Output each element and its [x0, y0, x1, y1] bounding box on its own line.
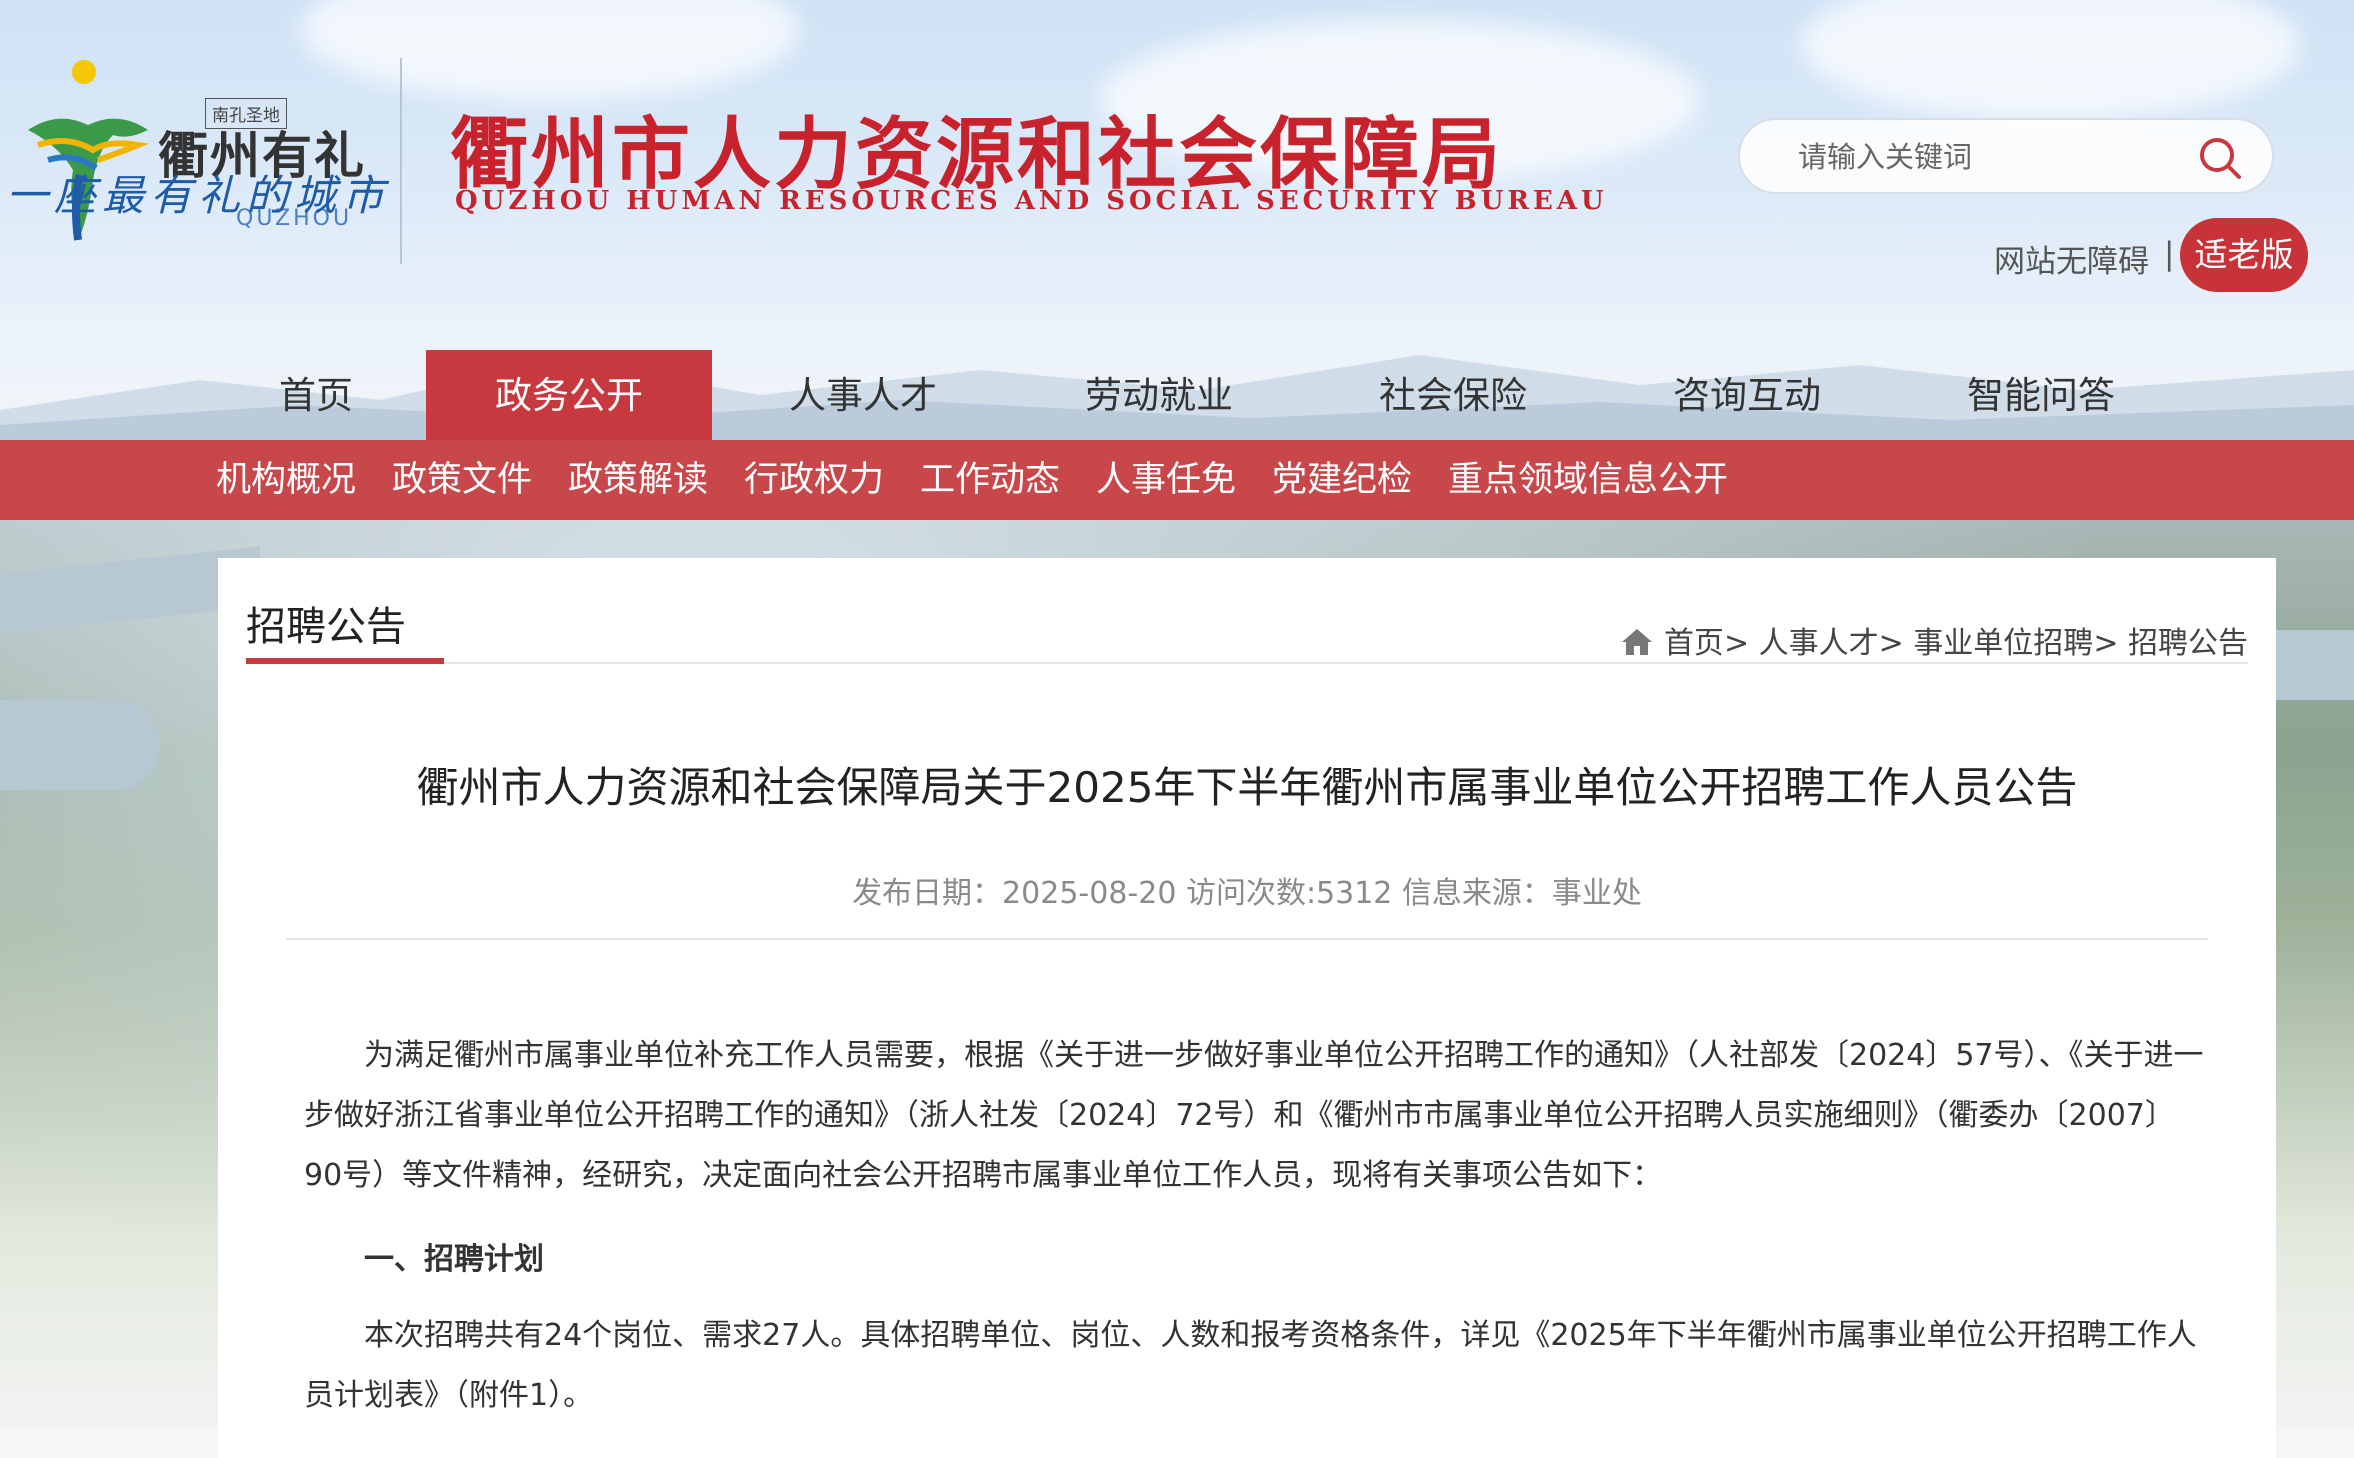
section-tab[interactable]: 招聘公告 — [246, 594, 406, 652]
breadcrumb-institution-recruitment[interactable]: 事业单位招聘 — [1913, 626, 2093, 661]
meta-divider — [286, 938, 2208, 940]
river-decoration — [0, 700, 160, 790]
header-separator: | — [2164, 236, 2175, 272]
article-meta: 发布日期：2025-08-20 访问次数:5312 信息来源：事业处 — [852, 876, 1642, 911]
breadcrumb: 首页> 人事人才> 事业单位招聘> 招聘公告 — [1620, 618, 2248, 662]
breadcrumb-separator: > — [2093, 626, 2119, 661]
sub-nav-item-organization[interactable]: 机构概况 — [216, 440, 356, 520]
article-title: 衢州市人力资源和社会保障局关于2025年下半年衢州市属事业单位公开招聘工作人员公… — [416, 763, 2078, 812]
sun-icon — [72, 60, 96, 84]
nav-item-government-affairs[interactable]: 政务公开 — [426, 350, 712, 440]
nav-item-labor-employment[interactable]: 劳动就业 — [1056, 350, 1262, 440]
search-input[interactable] — [1796, 132, 2180, 182]
search-icon[interactable] — [2196, 134, 2244, 182]
city-logo[interactable]: 南孔圣地 衢州有礼 QUZHOU — [0, 50, 400, 270]
header-divider — [400, 58, 402, 264]
content-panel: 招聘公告 首页> 人事人才> 事业单位招聘> 招聘公告 衢州市人力资源和社会保障… — [218, 558, 2276, 1458]
cloud-decoration — [1800, 0, 2300, 120]
article-heading: 一、招聘计划 — [364, 1242, 544, 1277]
breadcrumb-separator: > — [1878, 626, 1904, 661]
nav-item-consultation[interactable]: 咨询互动 — [1644, 350, 1850, 440]
nav-item-personnel-talent[interactable]: 人事人才 — [760, 350, 966, 440]
river-decoration — [2270, 630, 2354, 700]
site-title-en: QUZHOU HUMAN RESOURCES AND SOCIAL SECURI… — [455, 186, 1608, 216]
sub-nav-item-administrative-power[interactable]: 行政权力 — [744, 440, 884, 520]
sub-nav-item-party-building[interactable]: 党建纪检 — [1272, 440, 1412, 520]
breadcrumb-home[interactable]: 首页 — [1664, 626, 1724, 661]
home-icon — [1621, 629, 1652, 655]
breadcrumb-recruitment-notice[interactable]: 招聘公告 — [2128, 626, 2248, 661]
sub-nav-item-key-disclosure[interactable]: 重点领域信息公开 — [1448, 440, 1728, 520]
breadcrumb-separator: > — [1723, 626, 1750, 661]
section-tab-underline — [246, 658, 444, 664]
search-box — [1738, 118, 2274, 194]
sub-nav-item-policy-interpretation[interactable]: 政策解读 — [568, 440, 708, 520]
nav-item-home[interactable]: 首页 — [230, 350, 402, 440]
breadcrumb-personnel-talent[interactable]: 人事人才 — [1759, 626, 1879, 661]
section-divider — [246, 662, 2248, 664]
article-paragraph: 本次招聘共有24个岗位、需求27人。具体招聘单位、岗位、人数和报考资格条件，详见… — [304, 1318, 2197, 1413]
article-paragraph: 为满足衢州市属事业单位补充工作人员需要，根据《关于进一步做好事业单位公开招聘工作… — [304, 1038, 2204, 1193]
nav-item-social-insurance[interactable]: 社会保险 — [1350, 350, 1556, 440]
sub-nav: 机构概况 政策文件 政策解读 行政权力 工作动态 人事任免 党建纪检 重点领域信… — [0, 440, 2354, 520]
sub-nav-item-appointments[interactable]: 人事任免 — [1096, 440, 1236, 520]
main-nav: 首页 政务公开 人事人才 劳动就业 社会保险 咨询互动 智能问答 — [0, 350, 2354, 440]
sub-nav-item-work-news[interactable]: 工作动态 — [920, 440, 1060, 520]
sub-nav-item-policy-docs[interactable]: 政策文件 — [392, 440, 532, 520]
city-slogan: 一座最有礼的城市 — [6, 171, 391, 220]
accessibility-link[interactable]: 网站无障碍 — [1994, 236, 2149, 281]
nav-item-smart-qa[interactable]: 智能问答 — [1938, 350, 2144, 440]
elder-mode-button[interactable]: 适老版 — [2180, 218, 2308, 292]
site-header: 南孔圣地 衢州有礼 QUZHOU 一座最有礼的城市 衢州市人力资源和社会保障局 … — [0, 0, 2354, 440]
